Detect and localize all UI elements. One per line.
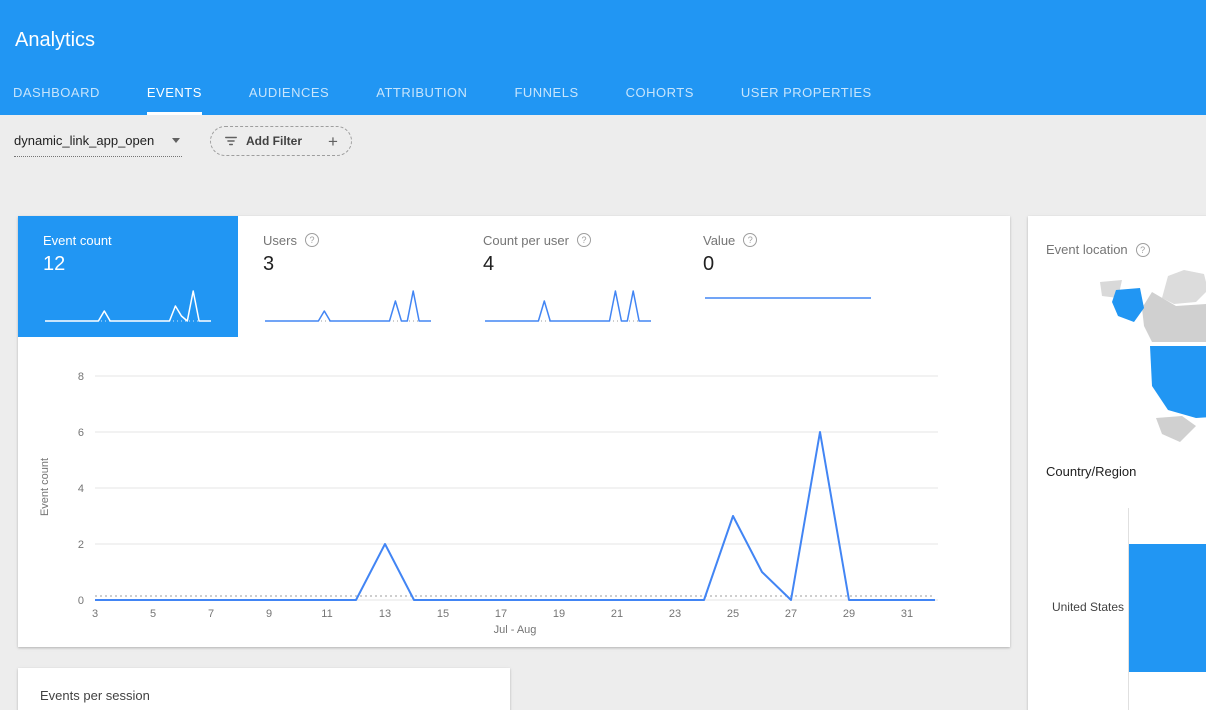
tab-audiences[interactable]: AUDIENCES: [249, 85, 329, 115]
metric-tiles: Event count ? 12 Users ? 3 Count per use…: [18, 216, 898, 337]
tab-bar: DASHBOARD EVENTS AUDIENCES ATTRIBUTION F…: [13, 85, 919, 115]
metric-tile-head: Count per user ?: [483, 232, 678, 248]
country-bar: [1129, 544, 1206, 672]
tab-user-properties[interactable]: USER PROPERTIES: [741, 85, 872, 115]
event-selector-value: dynamic_link_app_open: [14, 133, 154, 148]
filter-toolbar: dynamic_link_app_open Add Filter +: [14, 133, 352, 157]
metric-tile-head: Value ?: [703, 232, 898, 248]
metric-tile-event-count[interactable]: Event count ? 12: [18, 216, 238, 337]
tab-attribution[interactable]: ATTRIBUTION: [376, 85, 467, 115]
svg-text:9: 9: [266, 608, 272, 620]
metric-label: Event count: [43, 233, 112, 248]
events-overview-card: Event count ? 12 Users ? 3 Count per use…: [18, 216, 1010, 647]
dropdown-caret-icon: [172, 138, 180, 143]
event-location-card: Event location ? Country/Region United S…: [1028, 216, 1206, 710]
svg-text:25: 25: [727, 608, 739, 620]
events-per-session-card: Events per session: [18, 668, 510, 710]
svg-text:17: 17: [495, 608, 507, 620]
svg-text:15: 15: [437, 608, 449, 620]
map-region-mexico: [1156, 416, 1196, 442]
svg-text:4: 4: [78, 483, 84, 495]
metric-label: Value: [703, 233, 735, 248]
event-location-header: Event location ?: [1046, 242, 1150, 257]
metric-label: Users: [263, 233, 297, 248]
sparkline: [483, 285, 653, 329]
tab-dashboard[interactable]: DASHBOARD: [13, 85, 100, 115]
metric-tile-users[interactable]: Users ? 3: [238, 216, 458, 337]
help-icon[interactable]: ?: [577, 233, 591, 247]
map-region-united-states-highlight: [1150, 346, 1206, 418]
svg-text:29: 29: [843, 608, 855, 620]
sparkline: [703, 285, 873, 329]
help-icon[interactable]: ?: [305, 233, 319, 247]
events-per-session-title: Events per session: [40, 688, 510, 703]
tab-cohorts[interactable]: COHORTS: [626, 85, 694, 115]
metric-value: 12: [43, 253, 238, 276]
tab-funnels[interactable]: FUNNELS: [514, 85, 578, 115]
svg-text:27: 27: [785, 608, 797, 620]
metric-value: 4: [483, 253, 678, 276]
svg-text:6: 6: [78, 427, 84, 439]
sparkline: [263, 285, 433, 329]
metric-value: 0: [703, 253, 898, 276]
country-bar-label: United States: [1031, 600, 1124, 614]
svg-text:23: 23: [669, 608, 681, 620]
svg-text:0: 0: [78, 595, 84, 607]
tab-events[interactable]: EVENTS: [147, 85, 202, 115]
events-line-chart: 0 2 4 6 8 3 5 7 9 11 13 15 17 19 21 23 25 27 29 31 Jul - Aug…: [18, 337, 1010, 647]
svg-text:19: 19: [553, 608, 565, 620]
metric-label: Count per user: [483, 233, 569, 248]
svg-text:8: 8: [78, 371, 84, 383]
event-selector-dropdown[interactable]: dynamic_link_app_open: [14, 133, 182, 157]
country-region-label: Country/Region: [1046, 464, 1136, 479]
metric-tile-head: Event count ?: [43, 232, 238, 248]
map-region-alaska-highlight: [1112, 288, 1144, 322]
metric-tile-count-per-user[interactable]: Count per user ? 4: [458, 216, 678, 337]
map-region-greenland: [1162, 270, 1206, 304]
filter-icon: [224, 134, 238, 148]
metric-tile-value[interactable]: Value ? 0: [678, 216, 898, 337]
svg-text:21: 21: [611, 608, 623, 620]
app-header: Analytics DASHBOARD EVENTS AUDIENCES ATT…: [0, 0, 1206, 115]
page-title: Analytics: [15, 29, 95, 52]
svg-text:2: 2: [78, 539, 84, 551]
firebase-analytics-screen: Analytics DASHBOARD EVENTS AUDIENCES ATT…: [0, 0, 1206, 710]
plus-icon: +: [328, 133, 338, 150]
add-filter-label: Add Filter: [246, 134, 302, 148]
svg-text:5: 5: [150, 608, 156, 620]
svg-text:11: 11: [321, 608, 332, 620]
metric-tile-head: Users ?: [263, 232, 458, 248]
svg-text:31: 31: [901, 608, 913, 620]
world-map: [1056, 268, 1206, 446]
sparkline: [43, 285, 213, 329]
help-icon[interactable]: ?: [1136, 243, 1150, 257]
svg-text:Event count: Event count: [39, 458, 51, 516]
svg-text:13: 13: [379, 608, 391, 620]
add-filter-button[interactable]: Add Filter +: [210, 126, 352, 156]
svg-text:7: 7: [208, 608, 214, 620]
svg-text:3: 3: [92, 608, 98, 620]
event-location-title: Event location: [1046, 242, 1128, 257]
metric-value: 3: [263, 253, 458, 276]
svg-text:Jul - Aug: Jul - Aug: [494, 624, 537, 636]
help-icon[interactable]: ?: [743, 233, 757, 247]
